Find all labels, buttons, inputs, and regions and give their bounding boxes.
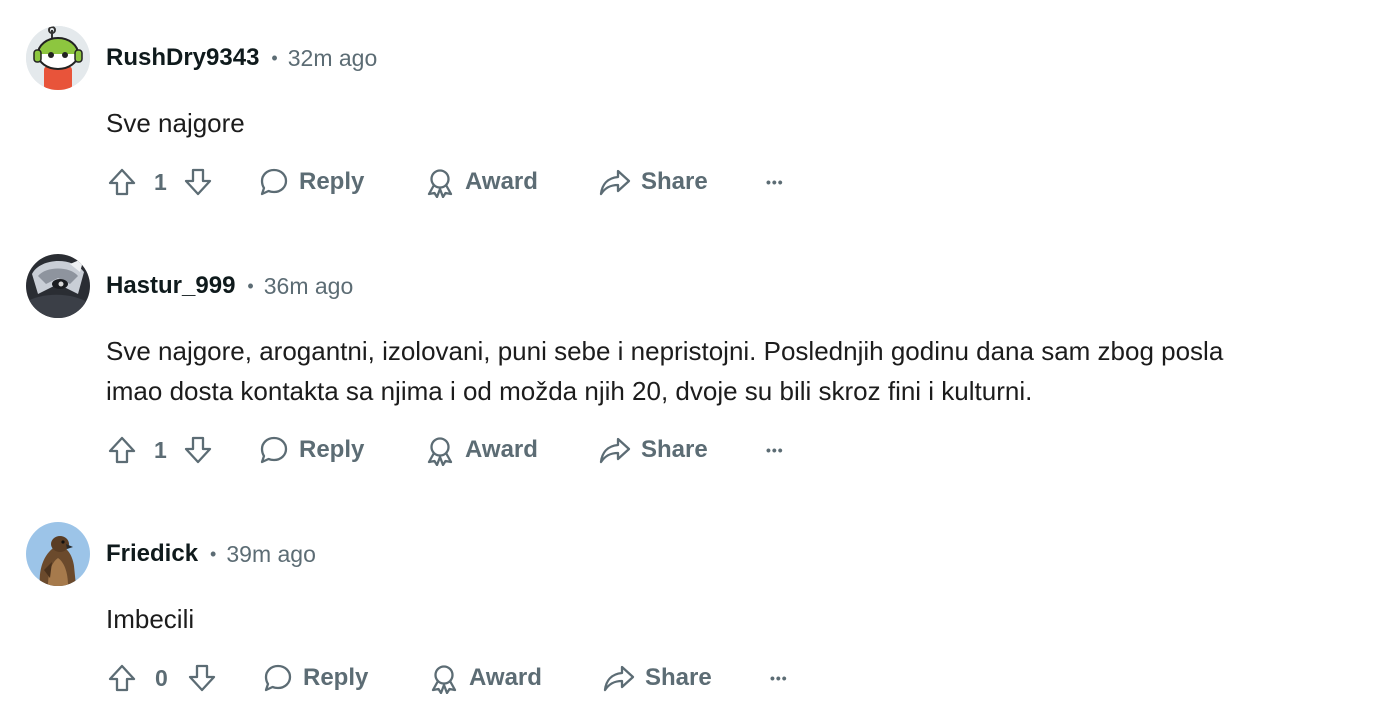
comment-body: Sve najgore — [106, 103, 1356, 143]
share-label: Share — [641, 436, 708, 463]
upvote-icon — [108, 436, 136, 464]
downvote-button[interactable] — [182, 160, 214, 204]
more-options-icon: ••• — [770, 670, 788, 686]
upvote-icon — [108, 168, 136, 196]
avatar[interactable] — [26, 26, 90, 90]
share-icon — [599, 437, 631, 464]
share-label: Share — [641, 168, 708, 195]
reply-button[interactable]: Reply — [262, 656, 368, 700]
timestamp[interactable]: 39m ago — [226, 541, 316, 568]
award-button[interactable]: Award — [424, 160, 538, 204]
downvote-icon — [184, 168, 212, 196]
avatar[interactable] — [26, 254, 90, 318]
author-name[interactable]: Friedick — [106, 540, 198, 568]
reply-icon — [260, 436, 288, 464]
share-icon — [599, 169, 631, 196]
upvote-button[interactable] — [106, 428, 138, 472]
comment-text-line: Sve najgore, arogantni, izolovani, puni … — [106, 336, 1224, 366]
more-options-icon: ••• — [766, 174, 784, 190]
more-options-icon: ••• — [766, 442, 784, 458]
downvote-icon — [188, 664, 216, 692]
downvote-button[interactable] — [182, 428, 214, 472]
reply-icon — [260, 168, 288, 196]
comment-meta: Friedick • 39m ago — [106, 534, 316, 574]
vote-score: 0 — [155, 664, 168, 691]
author-name[interactable]: RushDry9343 — [106, 44, 259, 72]
downvote-icon — [184, 436, 212, 464]
meta-separator: • — [247, 275, 254, 296]
award-icon — [431, 665, 457, 694]
comment-body: Sve najgore, arogantni, izolovani, puni … — [106, 331, 1356, 411]
comment-meta: RushDry9343 • 32m ago — [106, 38, 377, 78]
comment-text-line: Sve najgore — [106, 108, 245, 138]
vote-score: 1 — [154, 168, 167, 195]
award-icon — [427, 437, 453, 466]
comment-text-line: imao dosta kontakta sa njima i od možda … — [106, 376, 1033, 406]
award-button[interactable]: Award — [428, 656, 542, 700]
award-label: Award — [469, 664, 542, 691]
award-label: Award — [465, 168, 538, 195]
meta-separator: • — [210, 543, 217, 564]
masked-warrior-avatar — [26, 254, 90, 318]
downvote-button[interactable] — [186, 656, 218, 700]
reply-button[interactable]: Reply — [258, 428, 364, 472]
upvote-button[interactable] — [106, 656, 138, 700]
reply-button[interactable]: Reply — [258, 160, 364, 204]
share-button[interactable]: Share — [598, 428, 708, 472]
comment-body: Imbecili — [106, 599, 1356, 639]
award-label: Award — [465, 436, 538, 463]
reply-label: Reply — [299, 436, 365, 463]
share-button[interactable]: Share — [602, 656, 712, 700]
reply-label: Reply — [299, 168, 365, 195]
reply-icon — [264, 664, 292, 692]
more-options-button[interactable]: ••• — [770, 656, 788, 700]
upvote-icon — [108, 664, 136, 692]
share-label: Share — [645, 664, 712, 691]
award-icon — [427, 169, 453, 198]
comment-text-line: Imbecili — [106, 604, 195, 634]
upvote-button[interactable] — [106, 160, 138, 204]
author-name[interactable]: Hastur_999 — [106, 272, 235, 300]
share-icon — [603, 665, 635, 692]
timestamp[interactable]: 36m ago — [264, 273, 354, 300]
green-headphones-robot-avatar — [26, 26, 90, 90]
comment-meta: Hastur_999 • 36m ago — [106, 266, 353, 306]
share-button[interactable]: Share — [598, 160, 708, 204]
more-options-button[interactable]: ••• — [766, 160, 784, 204]
vote-score: 1 — [154, 436, 167, 463]
hawk-photo-avatar — [26, 522, 90, 586]
avatar[interactable] — [26, 522, 90, 586]
meta-separator: • — [271, 47, 278, 68]
reply-label: Reply — [303, 664, 369, 691]
more-options-button[interactable]: ••• — [766, 428, 784, 472]
timestamp[interactable]: 32m ago — [288, 45, 378, 72]
award-button[interactable]: Award — [424, 428, 538, 472]
